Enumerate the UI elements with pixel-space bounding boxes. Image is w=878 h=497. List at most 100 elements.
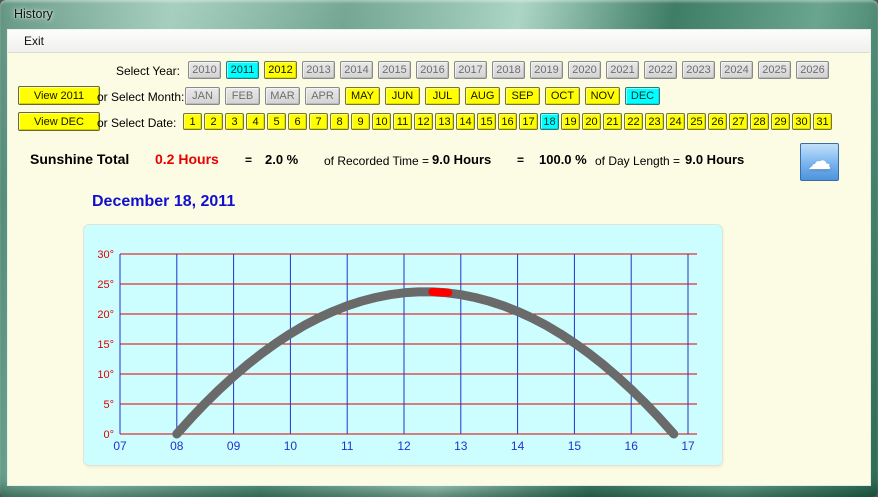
year-button-2019[interactable]: 2019	[530, 61, 563, 79]
equals-sign-2: =	[517, 153, 525, 167]
month-button-jan[interactable]: JAN	[185, 87, 220, 105]
date-button-28[interactable]: 28	[750, 113, 769, 130]
month-button-aug[interactable]: AUG	[465, 87, 500, 105]
y-tick-label: 10°	[97, 369, 114, 381]
month-button-jun[interactable]: JUN	[385, 87, 420, 105]
month-button-feb[interactable]: FEB	[225, 87, 260, 105]
recorded-sunshine-segment	[428, 287, 453, 297]
date-button-6[interactable]: 6	[288, 113, 307, 130]
equals-sign-1: =	[245, 153, 253, 167]
month-button-jul[interactable]: JUL	[425, 87, 460, 105]
sun-elevation-chart-panel: 07 08 09 10 11 12 13 14 15 16 17 0° 5° 10° 15° 20° 25° 30…	[84, 225, 722, 465]
year-button-2022[interactable]: 2022	[644, 61, 677, 79]
x-tick-label: 16	[625, 439, 639, 453]
x-tick-label: 08	[170, 439, 184, 453]
date-button-22[interactable]: 22	[624, 113, 643, 130]
date-button-21[interactable]: 21	[603, 113, 622, 130]
year-button-2017[interactable]: 2017	[454, 61, 487, 79]
date-button-19[interactable]: 19	[561, 113, 580, 130]
date-button-20[interactable]: 20	[582, 113, 601, 130]
select-month-label: or Select Month:	[97, 90, 185, 104]
date-button-26[interactable]: 26	[708, 113, 727, 130]
date-button-23[interactable]: 23	[645, 113, 664, 130]
year-button-2018[interactable]: 2018	[492, 61, 525, 79]
year-button-2011[interactable]: 2011	[226, 61, 259, 79]
view-month-button[interactable]: View DEC	[18, 112, 100, 131]
x-tick-label: 12	[397, 439, 411, 453]
window-title: History	[14, 7, 53, 21]
year-button-2012[interactable]: 2012	[264, 61, 297, 79]
x-tick-label: 14	[511, 439, 525, 453]
year-button-2020[interactable]: 2020	[568, 61, 601, 79]
date-button-10[interactable]: 10	[372, 113, 391, 130]
x-tick-label: 13	[454, 439, 468, 453]
year-button-2025[interactable]: 2025	[758, 61, 791, 79]
select-date-label: or Select Date:	[97, 116, 177, 130]
date-button-row: 1 2 3 4 5 6 7 8 9 10 11 12 13 14 15 16 17 18 19 20 21 22 23 24 2…	[183, 113, 832, 130]
date-button-16[interactable]: 16	[498, 113, 517, 130]
month-button-mar[interactable]: MAR	[265, 87, 300, 105]
year-button-2024[interactable]: 2024	[720, 61, 753, 79]
x-tick-label: 10	[284, 439, 298, 453]
month-button-sep[interactable]: SEP	[505, 87, 540, 105]
y-tick-label: 15°	[97, 339, 114, 351]
date-button-14[interactable]: 14	[456, 113, 475, 130]
y-tick-label: 20°	[97, 309, 114, 321]
date-button-25[interactable]: 25	[687, 113, 706, 130]
month-button-may[interactable]: MAY	[345, 87, 380, 105]
date-button-29[interactable]: 29	[771, 113, 790, 130]
day-hours-value: 9.0 Hours	[685, 152, 745, 167]
date-button-11[interactable]: 11	[393, 113, 412, 130]
sunshine-hours-value: 0.2 Hours	[155, 151, 219, 167]
date-button-13[interactable]: 13	[435, 113, 454, 130]
date-button-15[interactable]: 15	[477, 113, 496, 130]
month-button-apr[interactable]: APR	[305, 87, 340, 105]
history-window: History Exit Select Year: 2010 2011 2012 20…	[0, 0, 878, 497]
date-button-31[interactable]: 31	[813, 113, 832, 130]
menu-item-exit[interactable]: Exit	[18, 32, 50, 50]
window-content: Exit Select Year: 2010 2011 2012 2013 2014 20…	[8, 30, 870, 485]
year-button-2014[interactable]: 2014	[340, 61, 373, 79]
select-year-label: Select Year:	[115, 64, 180, 78]
date-button-12[interactable]: 12	[414, 113, 433, 130]
day-percent-value: 100.0 %	[539, 152, 587, 167]
date-button-24[interactable]: 24	[666, 113, 685, 130]
date-button-9[interactable]: 9	[351, 113, 370, 130]
recorded-percent-value: 2.0 %	[265, 152, 299, 167]
y-tick-label: 5°	[103, 399, 114, 411]
date-button-7[interactable]: 7	[309, 113, 328, 130]
of-day-length-label: of Day Length =	[595, 154, 681, 168]
date-button-18[interactable]: 18	[540, 113, 559, 130]
date-button-5[interactable]: 5	[267, 113, 286, 130]
title-bar[interactable]: History	[0, 0, 878, 30]
year-button-2013[interactable]: 2013	[302, 61, 335, 79]
date-button-8[interactable]: 8	[330, 113, 349, 130]
date-button-30[interactable]: 30	[792, 113, 811, 130]
year-button-2015[interactable]: 2015	[378, 61, 411, 79]
recorded-hours-value: 9.0 Hours	[432, 152, 492, 167]
year-button-2023[interactable]: 2023	[682, 61, 715, 79]
month-button-dec[interactable]: DEC	[625, 87, 660, 105]
month-button-nov[interactable]: NOV	[585, 87, 620, 105]
x-tick-label: 09	[227, 439, 241, 453]
date-button-2[interactable]: 2	[204, 113, 223, 130]
month-button-row: JAN FEB MAR APR MAY JUN JUL AUG SEP OCT NOV DEC	[185, 87, 660, 105]
cloud-icon: ☁	[807, 148, 832, 175]
month-button-oct[interactable]: OCT	[545, 87, 580, 105]
chart-date-title: December 18, 2011	[92, 193, 236, 210]
year-button-2016[interactable]: 2016	[416, 61, 449, 79]
year-button-2021[interactable]: 2021	[606, 61, 639, 79]
x-tick-label: 15	[568, 439, 582, 453]
date-button-1[interactable]: 1	[183, 113, 202, 130]
of-recorded-time-label: of Recorded Time =	[324, 154, 430, 168]
date-button-4[interactable]: 4	[246, 113, 265, 130]
date-button-27[interactable]: 27	[729, 113, 748, 130]
x-tick-label: 17	[681, 439, 695, 453]
date-button-17[interactable]: 17	[519, 113, 538, 130]
year-button-2026[interactable]: 2026	[796, 61, 829, 79]
year-button-2010[interactable]: 2010	[188, 61, 221, 79]
date-button-3[interactable]: 3	[225, 113, 244, 130]
x-tick-label: 07	[113, 439, 127, 453]
view-year-button[interactable]: View 2011	[18, 86, 100, 105]
cloud-weather-button[interactable]: ☁	[800, 143, 839, 181]
